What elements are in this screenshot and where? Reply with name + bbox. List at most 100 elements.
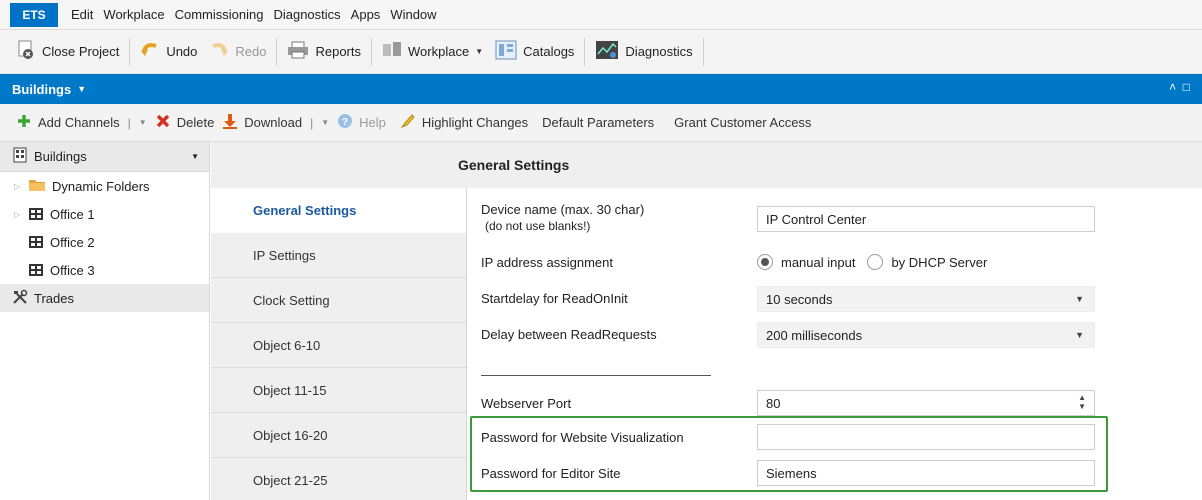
menu-edit[interactable]: Edit bbox=[66, 7, 98, 22]
tab-object-21-25[interactable]: Object 21-25 bbox=[211, 458, 466, 500]
spinner-arrows-icon[interactable]: ▲ ▼ bbox=[1078, 393, 1086, 411]
delay-read-select[interactable]: 200 milliseconds ▼ bbox=[757, 322, 1095, 348]
tree-item-office-3[interactable]: Office 3 bbox=[0, 256, 209, 284]
svg-text:?: ? bbox=[342, 117, 348, 128]
plus-icon bbox=[16, 113, 32, 132]
chevron-down-icon[interactable]: ▼ bbox=[191, 152, 199, 161]
tree-view-selector[interactable]: Buildings ▼ bbox=[0, 142, 209, 172]
toolbar-divider bbox=[276, 37, 278, 66]
delay-read-value: 200 milliseconds bbox=[766, 327, 863, 343]
grant-customer-access-label: Grant Customer Access bbox=[674, 115, 812, 130]
tree-item-label: Trades bbox=[34, 290, 74, 306]
webserver-port-label: Webserver Port bbox=[481, 396, 572, 411]
undo-button[interactable]: Undo bbox=[134, 37, 203, 67]
help-label: Help bbox=[359, 115, 386, 130]
tab-general-settings[interactable]: General Settings bbox=[211, 188, 466, 233]
redo-button[interactable]: Redo bbox=[203, 37, 272, 67]
room-icon bbox=[28, 205, 44, 224]
pw-editor-label: Password for Editor Site bbox=[481, 466, 621, 481]
tree-item-label: Office 2 bbox=[50, 234, 95, 250]
catalogs-button[interactable]: Catalogs bbox=[489, 37, 580, 67]
ip-assignment-radio-group: manual input by DHCP Server bbox=[757, 254, 987, 270]
tree-item-office-2[interactable]: Office 2 bbox=[0, 228, 209, 256]
default-parameters-button[interactable]: Default Parameters bbox=[538, 115, 658, 130]
help-button[interactable]: ? Help bbox=[333, 113, 390, 132]
grant-customer-access-button[interactable]: Grant Customer Access bbox=[670, 115, 815, 130]
tree-item-label: Dynamic Folders bbox=[52, 178, 150, 194]
dhcp-server-radio[interactable] bbox=[867, 254, 884, 270]
tab-object-16-20[interactable]: Object 16-20 bbox=[211, 413, 466, 458]
close-project-icon bbox=[16, 40, 36, 63]
delete-label: Delete bbox=[176, 115, 215, 130]
diagnostics-label: Diagnostics bbox=[625, 44, 693, 59]
delete-button[interactable]: Delete bbox=[151, 113, 219, 132]
printer-icon bbox=[287, 41, 309, 62]
tools-icon bbox=[12, 289, 28, 308]
toolbar-divider: | bbox=[310, 115, 314, 130]
reports-button[interactable]: Reports bbox=[281, 37, 367, 67]
add-channels-button[interactable]: Add Channels bbox=[12, 113, 124, 132]
tree-item-office-1[interactable]: ▷ Office 1 bbox=[0, 200, 209, 228]
buildings-panel-header[interactable]: Buildings ▼ ˄ □ bbox=[0, 74, 1202, 104]
menu-diagnostics[interactable]: Diagnostics bbox=[268, 7, 345, 22]
page-title: General Settings bbox=[458, 157, 570, 173]
manual-input-label[interactable]: manual input bbox=[781, 255, 855, 270]
building-tree: Buildings ▼ ▷ Dynamic Folders ▷ Office 1… bbox=[0, 142, 210, 500]
expand-arrow-icon[interactable]: ▷ bbox=[14, 210, 28, 219]
chevron-down-icon[interactable]: ▼ bbox=[321, 118, 329, 127]
download-label: Download bbox=[244, 115, 303, 130]
parameter-tabs: General Settings IP Settings Clock Setti… bbox=[211, 188, 467, 500]
catalogs-icon bbox=[495, 40, 517, 63]
redo-label: Redo bbox=[235, 44, 267, 59]
pw-visualization-field[interactable] bbox=[757, 424, 1095, 450]
download-button[interactable]: Download bbox=[218, 113, 306, 132]
reports-label: Reports bbox=[315, 44, 361, 59]
device-name-label: Device name (max. 30 char) (do not use b… bbox=[481, 202, 645, 233]
section-divider bbox=[481, 375, 711, 376]
delete-x-icon bbox=[155, 113, 171, 132]
parameter-panel-header: General Settings bbox=[211, 142, 1202, 188]
chevron-down-icon[interactable]: ▼ bbox=[77, 84, 86, 94]
tree-item-dynamic-folders[interactable]: ▷ Dynamic Folders bbox=[0, 172, 209, 200]
tab-object-11-15[interactable]: Object 11-15 bbox=[211, 368, 466, 413]
room-icon bbox=[28, 261, 44, 280]
ets-logo[interactable]: ETS bbox=[10, 2, 58, 27]
menu-commissioning[interactable]: Commissioning bbox=[170, 7, 269, 22]
device-name-field[interactable]: IP Control Center bbox=[757, 206, 1095, 232]
dhcp-server-label[interactable]: by DHCP Server bbox=[891, 255, 987, 270]
tab-object-6-10[interactable]: Object 6-10 bbox=[211, 323, 466, 368]
tab-ip-settings[interactable]: IP Settings bbox=[211, 233, 466, 278]
pw-visualization-label: Password for Website Visualization bbox=[481, 430, 684, 445]
pw-editor-field[interactable]: Siemens bbox=[757, 460, 1095, 486]
undo-label: Undo bbox=[166, 44, 198, 59]
highlighter-icon bbox=[400, 113, 416, 132]
highlight-changes-button[interactable]: Highlight Changes bbox=[396, 113, 532, 132]
catalogs-label: Catalogs bbox=[523, 44, 575, 59]
highlight-changes-label: Highlight Changes bbox=[421, 115, 529, 130]
download-icon bbox=[222, 113, 238, 132]
startdelay-value: 10 seconds bbox=[766, 291, 833, 307]
expand-arrow-icon[interactable]: ▷ bbox=[14, 182, 28, 191]
collapse-up-icon[interactable]: ˄ □ bbox=[1169, 80, 1190, 94]
chevron-down-icon[interactable]: ▼ bbox=[139, 118, 147, 127]
toolbar-divider bbox=[584, 37, 586, 66]
startdelay-select[interactable]: 10 seconds ▼ bbox=[757, 286, 1095, 312]
startdelay-label: Startdelay for ReadOnInit bbox=[481, 291, 628, 306]
buildings-panel-title[interactable]: Buildings bbox=[12, 82, 71, 97]
tab-clock-setting[interactable]: Clock Setting bbox=[211, 278, 466, 323]
tree-item-label: Office 1 bbox=[50, 206, 95, 222]
webserver-port-stepper[interactable]: 80 ▲ ▼ bbox=[757, 390, 1095, 416]
manual-input-radio[interactable] bbox=[757, 254, 773, 270]
undo-icon bbox=[140, 41, 160, 62]
main-toolbar: Close Project Undo Redo Reports Workplac… bbox=[0, 30, 1202, 74]
menu-window[interactable]: Window bbox=[385, 7, 441, 22]
close-project-button[interactable]: Close Project bbox=[10, 37, 125, 67]
menu-apps[interactable]: Apps bbox=[346, 7, 386, 22]
menu-workplace[interactable]: Workplace bbox=[98, 7, 169, 22]
tree-item-trades[interactable]: Trades bbox=[0, 284, 209, 312]
workplace-label: Workplace bbox=[408, 44, 470, 59]
workplace-button[interactable]: Workplace ▼ bbox=[376, 37, 489, 67]
folder-icon bbox=[28, 178, 46, 195]
toolbar-divider: | bbox=[127, 115, 131, 130]
diagnostics-button[interactable]: Diagnostics bbox=[589, 37, 698, 67]
